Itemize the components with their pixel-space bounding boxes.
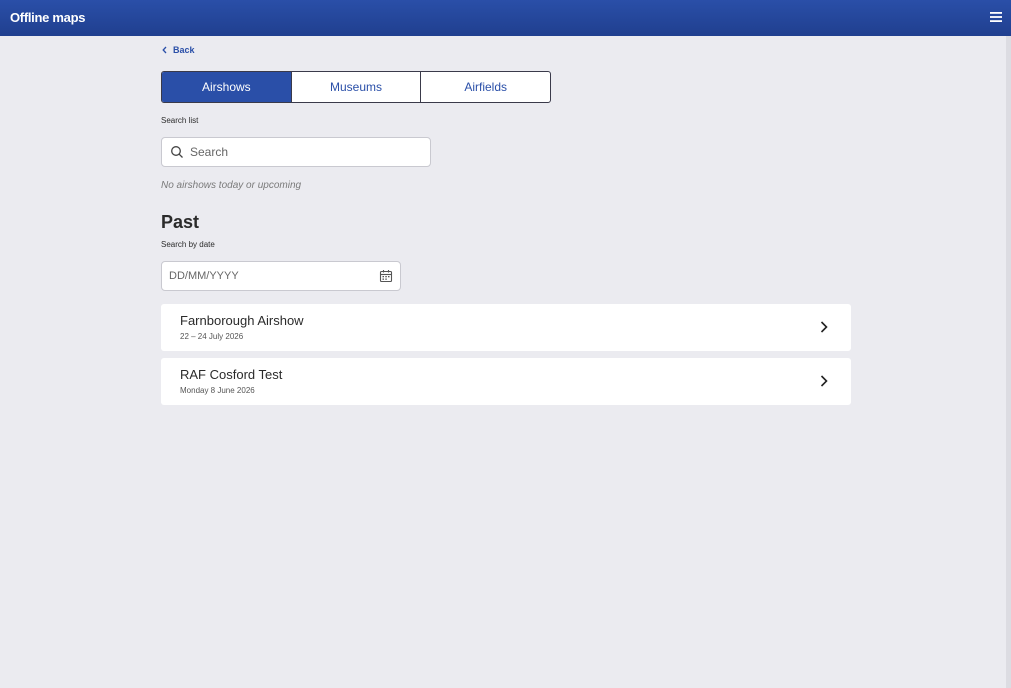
app-title: Offline maps	[10, 10, 86, 25]
empty-state-message: No airshows today or upcoming	[161, 180, 302, 191]
category-tabs: Airshows Museums Airfields	[161, 71, 551, 103]
tab-airshows[interactable]: Airshows	[162, 72, 292, 102]
search-by-date-label: Search by date	[161, 240, 215, 249]
list-item-title: RAF Cosford Test	[180, 367, 283, 382]
chevron-left-icon	[162, 46, 167, 54]
chevron-right-icon	[820, 321, 828, 333]
tab-airfields[interactable]: Airfields	[421, 72, 550, 102]
section-title-past: Past	[161, 212, 200, 232]
search-list-label: Search list	[161, 116, 199, 125]
search-input[interactable]	[190, 145, 410, 159]
list-item-date: 22 – 24 July 2026	[180, 332, 244, 341]
list-item[interactable]: Farnborough Airshow 22 – 24 July 2026	[161, 304, 851, 351]
back-link[interactable]: Back	[162, 45, 195, 55]
date-field[interactable]	[161, 261, 401, 291]
search-field[interactable]	[161, 137, 431, 167]
calendar-icon[interactable]	[379, 269, 393, 283]
chevron-right-icon	[820, 375, 828, 387]
tab-museums[interactable]: Museums	[292, 72, 422, 102]
menu-button[interactable]	[989, 10, 1003, 24]
list-item-title: Farnborough Airshow	[180, 313, 304, 328]
date-input[interactable]	[169, 270, 359, 282]
list-item[interactable]: RAF Cosford Test Monday 8 June 2026	[161, 358, 851, 405]
hamburger-menu-icon	[990, 12, 1002, 22]
search-icon	[171, 146, 183, 158]
top-app-bar: Offline maps	[0, 0, 1011, 36]
list-item-date: Monday 8 June 2026	[180, 386, 255, 395]
scrollbar-track[interactable]	[1006, 36, 1011, 688]
back-label: Back	[173, 45, 195, 55]
